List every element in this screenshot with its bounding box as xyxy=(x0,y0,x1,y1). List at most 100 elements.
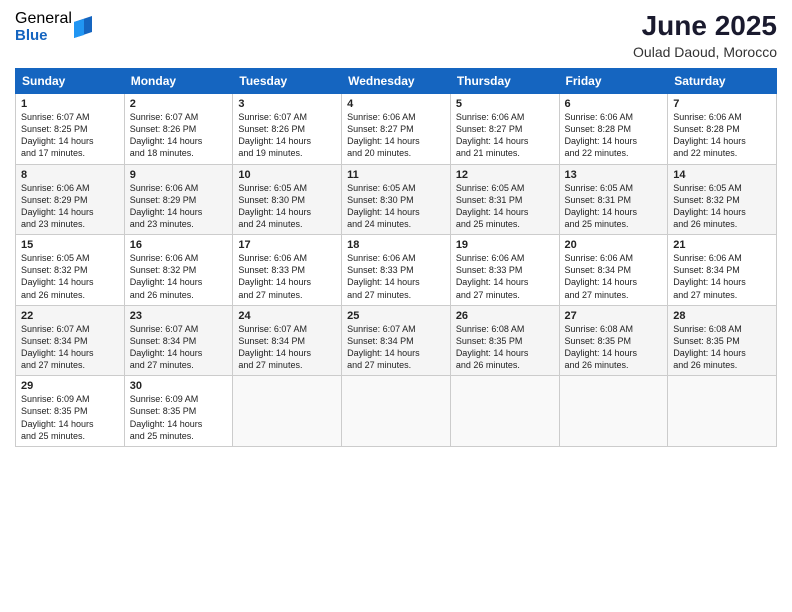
day-number: 1 xyxy=(21,98,119,110)
logo: General Blue xyxy=(15,10,92,44)
day-number: 15 xyxy=(21,239,119,251)
day-number: 9 xyxy=(130,169,228,181)
day-info: Sunrise: 6:06 AMSunset: 8:34 PMDaylight:… xyxy=(673,253,746,299)
day-cell-1: 1 Sunrise: 6:07 AMSunset: 8:25 PMDaylight… xyxy=(16,94,125,165)
empty-cell xyxy=(450,376,559,447)
title-block: June 2025 Oulad Daoud, Morocco xyxy=(633,10,777,60)
logo-text: General Blue xyxy=(15,10,72,44)
day-number: 4 xyxy=(347,98,445,110)
day-cell-29: 29 Sunrise: 6:09 AMSunset: 8:35 PMDayligh… xyxy=(16,376,125,447)
day-cell-5: 5Sunrise: 6:06 AMSunset: 8:27 PMDaylight… xyxy=(450,94,559,165)
calendar-week-row: 22 Sunrise: 6:07 AMSunset: 8:34 PMDayligh… xyxy=(16,305,777,376)
day-number: 19 xyxy=(456,239,554,251)
day-number: 2 xyxy=(130,98,228,110)
empty-cell xyxy=(668,376,777,447)
day-cell-7: 7 Sunrise: 6:06 AMSunset: 8:28 PMDaylight… xyxy=(668,94,777,165)
day-info: Sunrise: 6:08 AMSunset: 8:35 PMDaylight:… xyxy=(565,324,638,370)
day-number: 7 xyxy=(673,98,771,110)
day-cell-20: 20 Sunrise: 6:06 AMSunset: 8:34 PMDayligh… xyxy=(559,235,668,306)
day-info: Sunrise: 6:09 AMSunset: 8:35 PMDaylight:… xyxy=(21,394,94,440)
day-info: Sunrise: 6:05 AMSunset: 8:30 PMDaylight:… xyxy=(238,183,311,229)
empty-cell xyxy=(559,376,668,447)
main-title: June 2025 xyxy=(633,10,777,42)
day-cell-30: 30 Sunrise: 6:09 AMSunset: 8:35 PMDayligh… xyxy=(124,376,233,447)
day-cell-23: 23 Sunrise: 6:07 AMSunset: 8:34 PMDayligh… xyxy=(124,305,233,376)
day-info: Sunrise: 6:08 AMSunset: 8:35 PMDaylight:… xyxy=(456,324,529,370)
day-info: Sunrise: 6:07 AMSunset: 8:25 PMDaylight:… xyxy=(21,112,94,158)
day-cell-9: 9 Sunrise: 6:06 AMSunset: 8:29 PMDaylight… xyxy=(124,164,233,235)
calendar-week-row: 8 Sunrise: 6:06 AMSunset: 8:29 PMDaylight… xyxy=(16,164,777,235)
day-number: 21 xyxy=(673,239,771,251)
day-number: 11 xyxy=(347,169,445,181)
day-number: 18 xyxy=(347,239,445,251)
col-wednesday: Wednesday xyxy=(342,69,451,94)
day-number: 26 xyxy=(456,310,554,322)
day-number: 10 xyxy=(238,169,336,181)
day-cell-6: 6 Sunrise: 6:06 AMSunset: 8:28 PMDaylight… xyxy=(559,94,668,165)
day-info: Sunrise: 6:07 AMSunset: 8:34 PMDaylight:… xyxy=(21,324,94,370)
day-cell-13: 13 Sunrise: 6:05 AMSunset: 8:31 PMDayligh… xyxy=(559,164,668,235)
day-info: Sunrise: 6:05 AMSunset: 8:30 PMDaylight:… xyxy=(347,183,420,229)
day-cell-8: 8 Sunrise: 6:06 AMSunset: 8:29 PMDaylight… xyxy=(16,164,125,235)
logo-general: General xyxy=(15,10,72,28)
day-info: Sunrise: 6:07 AMSunset: 8:34 PMDaylight:… xyxy=(347,324,420,370)
day-info: Sunrise: 6:06 AMSunset: 8:28 PMDaylight:… xyxy=(565,112,638,158)
day-info: Sunrise: 6:05 AMSunset: 8:31 PMDaylight:… xyxy=(456,183,529,229)
calendar-week-row: 15Sunrise: 6:05 AMSunset: 8:32 PMDayligh… xyxy=(16,235,777,306)
day-cell-11: 11 Sunrise: 6:05 AMSunset: 8:30 PMDayligh… xyxy=(342,164,451,235)
empty-cell xyxy=(233,376,342,447)
col-thursday: Thursday xyxy=(450,69,559,94)
day-info: Sunrise: 6:06 AMSunset: 8:28 PMDaylight:… xyxy=(673,112,746,158)
day-cell-3: 3 Sunrise: 6:07 AMSunset: 8:26 PMDaylight… xyxy=(233,94,342,165)
calendar-week-row: 29 Sunrise: 6:09 AMSunset: 8:35 PMDayligh… xyxy=(16,376,777,447)
day-info: Sunrise: 6:06 AMSunset: 8:33 PMDaylight:… xyxy=(456,253,529,299)
calendar-table: Sunday Monday Tuesday Wednesday Thursday… xyxy=(15,68,777,447)
day-info: Sunrise: 6:06 AMSunset: 8:29 PMDaylight:… xyxy=(21,183,94,229)
day-info: Sunrise: 6:05 AMSunset: 8:31 PMDaylight:… xyxy=(565,183,638,229)
day-number: 29 xyxy=(21,380,119,392)
day-cell-18: 18Sunrise: 6:06 AMSunset: 8:33 PMDayligh… xyxy=(342,235,451,306)
day-cell-24: 24 Sunrise: 6:07 AMSunset: 8:34 PMDayligh… xyxy=(233,305,342,376)
day-cell-4: 4 Sunrise: 6:06 AMSunset: 8:27 PMDaylight… xyxy=(342,94,451,165)
day-cell-28: 28Sunrise: 6:08 AMSunset: 8:35 PMDayligh… xyxy=(668,305,777,376)
day-number: 3 xyxy=(238,98,336,110)
day-cell-12: 12 Sunrise: 6:05 AMSunset: 8:31 PMDayligh… xyxy=(450,164,559,235)
day-info: Sunrise: 6:07 AMSunset: 8:26 PMDaylight:… xyxy=(238,112,311,158)
day-info: Sunrise: 6:06 AMSunset: 8:34 PMDaylight:… xyxy=(565,253,638,299)
day-cell-17: 17Sunrise: 6:06 AMSunset: 8:33 PMDayligh… xyxy=(233,235,342,306)
day-info: Sunrise: 6:06 AMSunset: 8:32 PMDaylight:… xyxy=(130,253,203,299)
day-cell-22: 22 Sunrise: 6:07 AMSunset: 8:34 PMDayligh… xyxy=(16,305,125,376)
day-number: 23 xyxy=(130,310,228,322)
day-number: 8 xyxy=(21,169,119,181)
day-info: Sunrise: 6:07 AMSunset: 8:34 PMDaylight:… xyxy=(130,324,203,370)
day-number: 30 xyxy=(130,380,228,392)
day-cell-21: 21 Sunrise: 6:06 AMSunset: 8:34 PMDayligh… xyxy=(668,235,777,306)
day-cell-10: 10 Sunrise: 6:05 AMSunset: 8:30 PMDayligh… xyxy=(233,164,342,235)
col-monday: Monday xyxy=(124,69,233,94)
day-number: 6 xyxy=(565,98,663,110)
day-info: Sunrise: 6:09 AMSunset: 8:35 PMDaylight:… xyxy=(130,394,203,440)
col-friday: Friday xyxy=(559,69,668,94)
day-info: Sunrise: 6:06 AMSunset: 8:29 PMDaylight:… xyxy=(130,183,203,229)
header: General Blue June 2025 Oulad Daoud, Moro… xyxy=(15,10,777,60)
day-number: 14 xyxy=(673,169,771,181)
empty-cell xyxy=(342,376,451,447)
day-number: 12 xyxy=(456,169,554,181)
calendar-header-row: Sunday Monday Tuesday Wednesday Thursday… xyxy=(16,69,777,94)
day-number: 5 xyxy=(456,98,554,110)
day-cell-2: 2Sunrise: 6:07 AMSunset: 8:26 PMDaylight… xyxy=(124,94,233,165)
day-number: 20 xyxy=(565,239,663,251)
day-number: 16 xyxy=(130,239,228,251)
day-number: 24 xyxy=(238,310,336,322)
day-cell-16: 16 Sunrise: 6:06 AMSunset: 8:32 PMDayligh… xyxy=(124,235,233,306)
subtitle: Oulad Daoud, Morocco xyxy=(633,44,777,60)
day-cell-27: 27Sunrise: 6:08 AMSunset: 8:35 PMDayligh… xyxy=(559,305,668,376)
day-cell-26: 26 Sunrise: 6:08 AMSunset: 8:35 PMDayligh… xyxy=(450,305,559,376)
day-info: Sunrise: 6:06 AMSunset: 8:27 PMDaylight:… xyxy=(347,112,420,158)
day-number: 13 xyxy=(565,169,663,181)
day-info: Sunrise: 6:07 AMSunset: 8:34 PMDaylight:… xyxy=(238,324,311,370)
day-cell-19: 19 Sunrise: 6:06 AMSunset: 8:33 PMDayligh… xyxy=(450,235,559,306)
logo-icon xyxy=(74,16,92,38)
day-info: Sunrise: 6:06 AMSunset: 8:33 PMDaylight:… xyxy=(238,253,311,299)
day-number: 22 xyxy=(21,310,119,322)
